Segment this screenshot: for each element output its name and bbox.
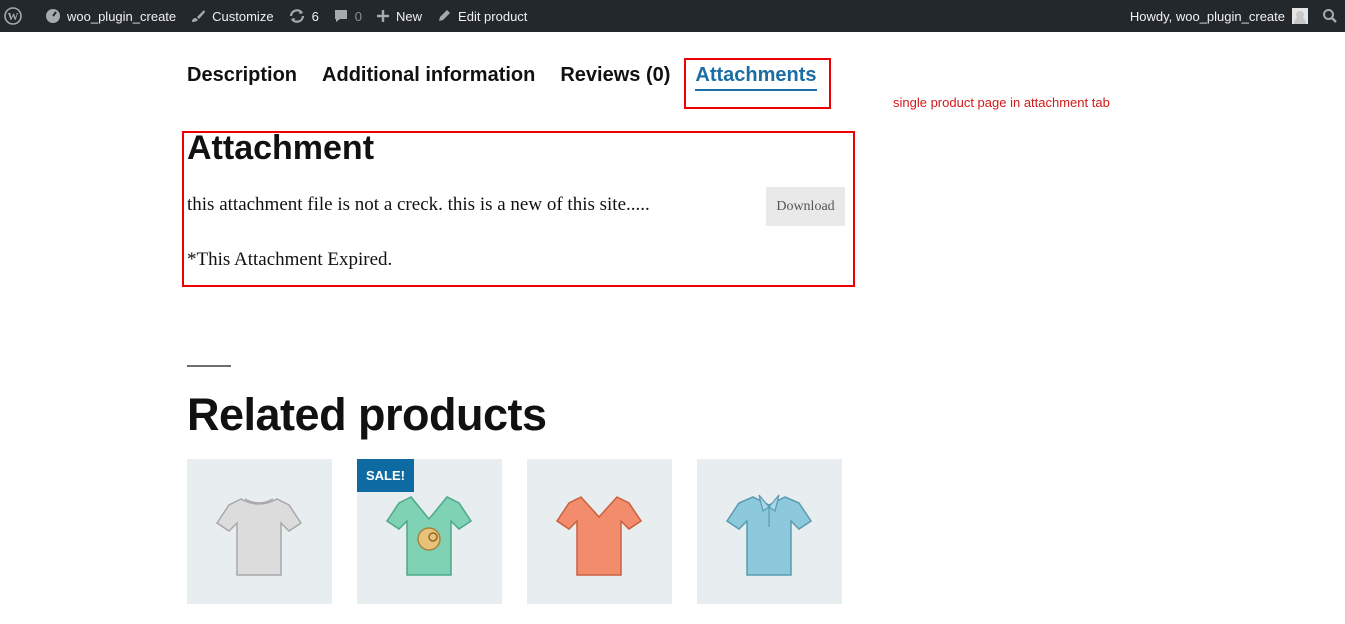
search-button[interactable]: [1315, 0, 1345, 32]
wordpress-icon: W: [4, 7, 22, 25]
related-product-card[interactable]: [697, 459, 842, 604]
site-name-link[interactable]: woo_plugin_create: [38, 0, 183, 32]
svg-text:W: W: [8, 11, 19, 23]
plus-icon: [376, 9, 390, 23]
sale-badge: SALE!: [357, 459, 414, 492]
tab-description[interactable]: Description: [187, 64, 297, 91]
wordpress-logo-button[interactable]: W: [0, 0, 38, 32]
pencil-icon: [436, 8, 452, 24]
tab-additional-information[interactable]: Additional information: [322, 64, 535, 91]
tab-reviews[interactable]: Reviews (0): [560, 64, 670, 91]
comment-bubble-icon: [333, 8, 349, 24]
download-button[interactable]: Download: [766, 187, 845, 226]
attachment-expired-note: *This Attachment Expired.: [187, 249, 393, 270]
related-products-heading: Related products: [187, 389, 547, 440]
tshirt-icon: [215, 498, 303, 576]
search-icon: [1322, 8, 1338, 24]
customize-label: Customize: [212, 8, 274, 24]
new-content-link[interactable]: New: [369, 0, 429, 32]
site-name-label: woo_plugin_create: [67, 8, 177, 24]
related-product-card[interactable]: SALE!: [357, 459, 502, 604]
howdy-label: Howdy, woo_plugin_create: [1129, 8, 1285, 24]
attachment-heading: Attachment: [187, 129, 375, 167]
updates-icon: [288, 8, 306, 24]
customize-link[interactable]: Customize: [183, 0, 280, 32]
attachment-description: this attachment file is not a creck. thi…: [187, 194, 650, 215]
polo-icon: [725, 494, 813, 576]
vneck-logo-icon: [385, 496, 473, 576]
comments-count: 0: [354, 8, 363, 24]
updates-count: 6: [311, 8, 319, 24]
new-label: New: [396, 8, 423, 24]
related-product-card[interactable]: [527, 459, 672, 604]
related-product-card[interactable]: [187, 459, 332, 604]
admin-bar-right: Howdy, woo_plugin_create: [1123, 0, 1345, 32]
admin-bar: W woo_plugin_create Customize 6 0 New Ed…: [0, 0, 1345, 32]
avatar: [1292, 8, 1308, 24]
paintbrush-icon: [190, 8, 206, 24]
section-divider: [187, 365, 231, 367]
comments-link[interactable]: 0: [326, 0, 369, 32]
annotation-note: single product page in attachment tab: [893, 95, 1110, 110]
edit-product-label: Edit product: [458, 8, 528, 24]
annotation-highlight-tab: [684, 58, 831, 109]
dashboard-gauge-icon: [45, 8, 61, 24]
my-account-link[interactable]: Howdy, woo_plugin_create: [1123, 0, 1315, 32]
vneck-icon: [555, 496, 643, 576]
updates-link[interactable]: 6: [281, 0, 326, 32]
edit-product-link[interactable]: Edit product: [429, 0, 534, 32]
